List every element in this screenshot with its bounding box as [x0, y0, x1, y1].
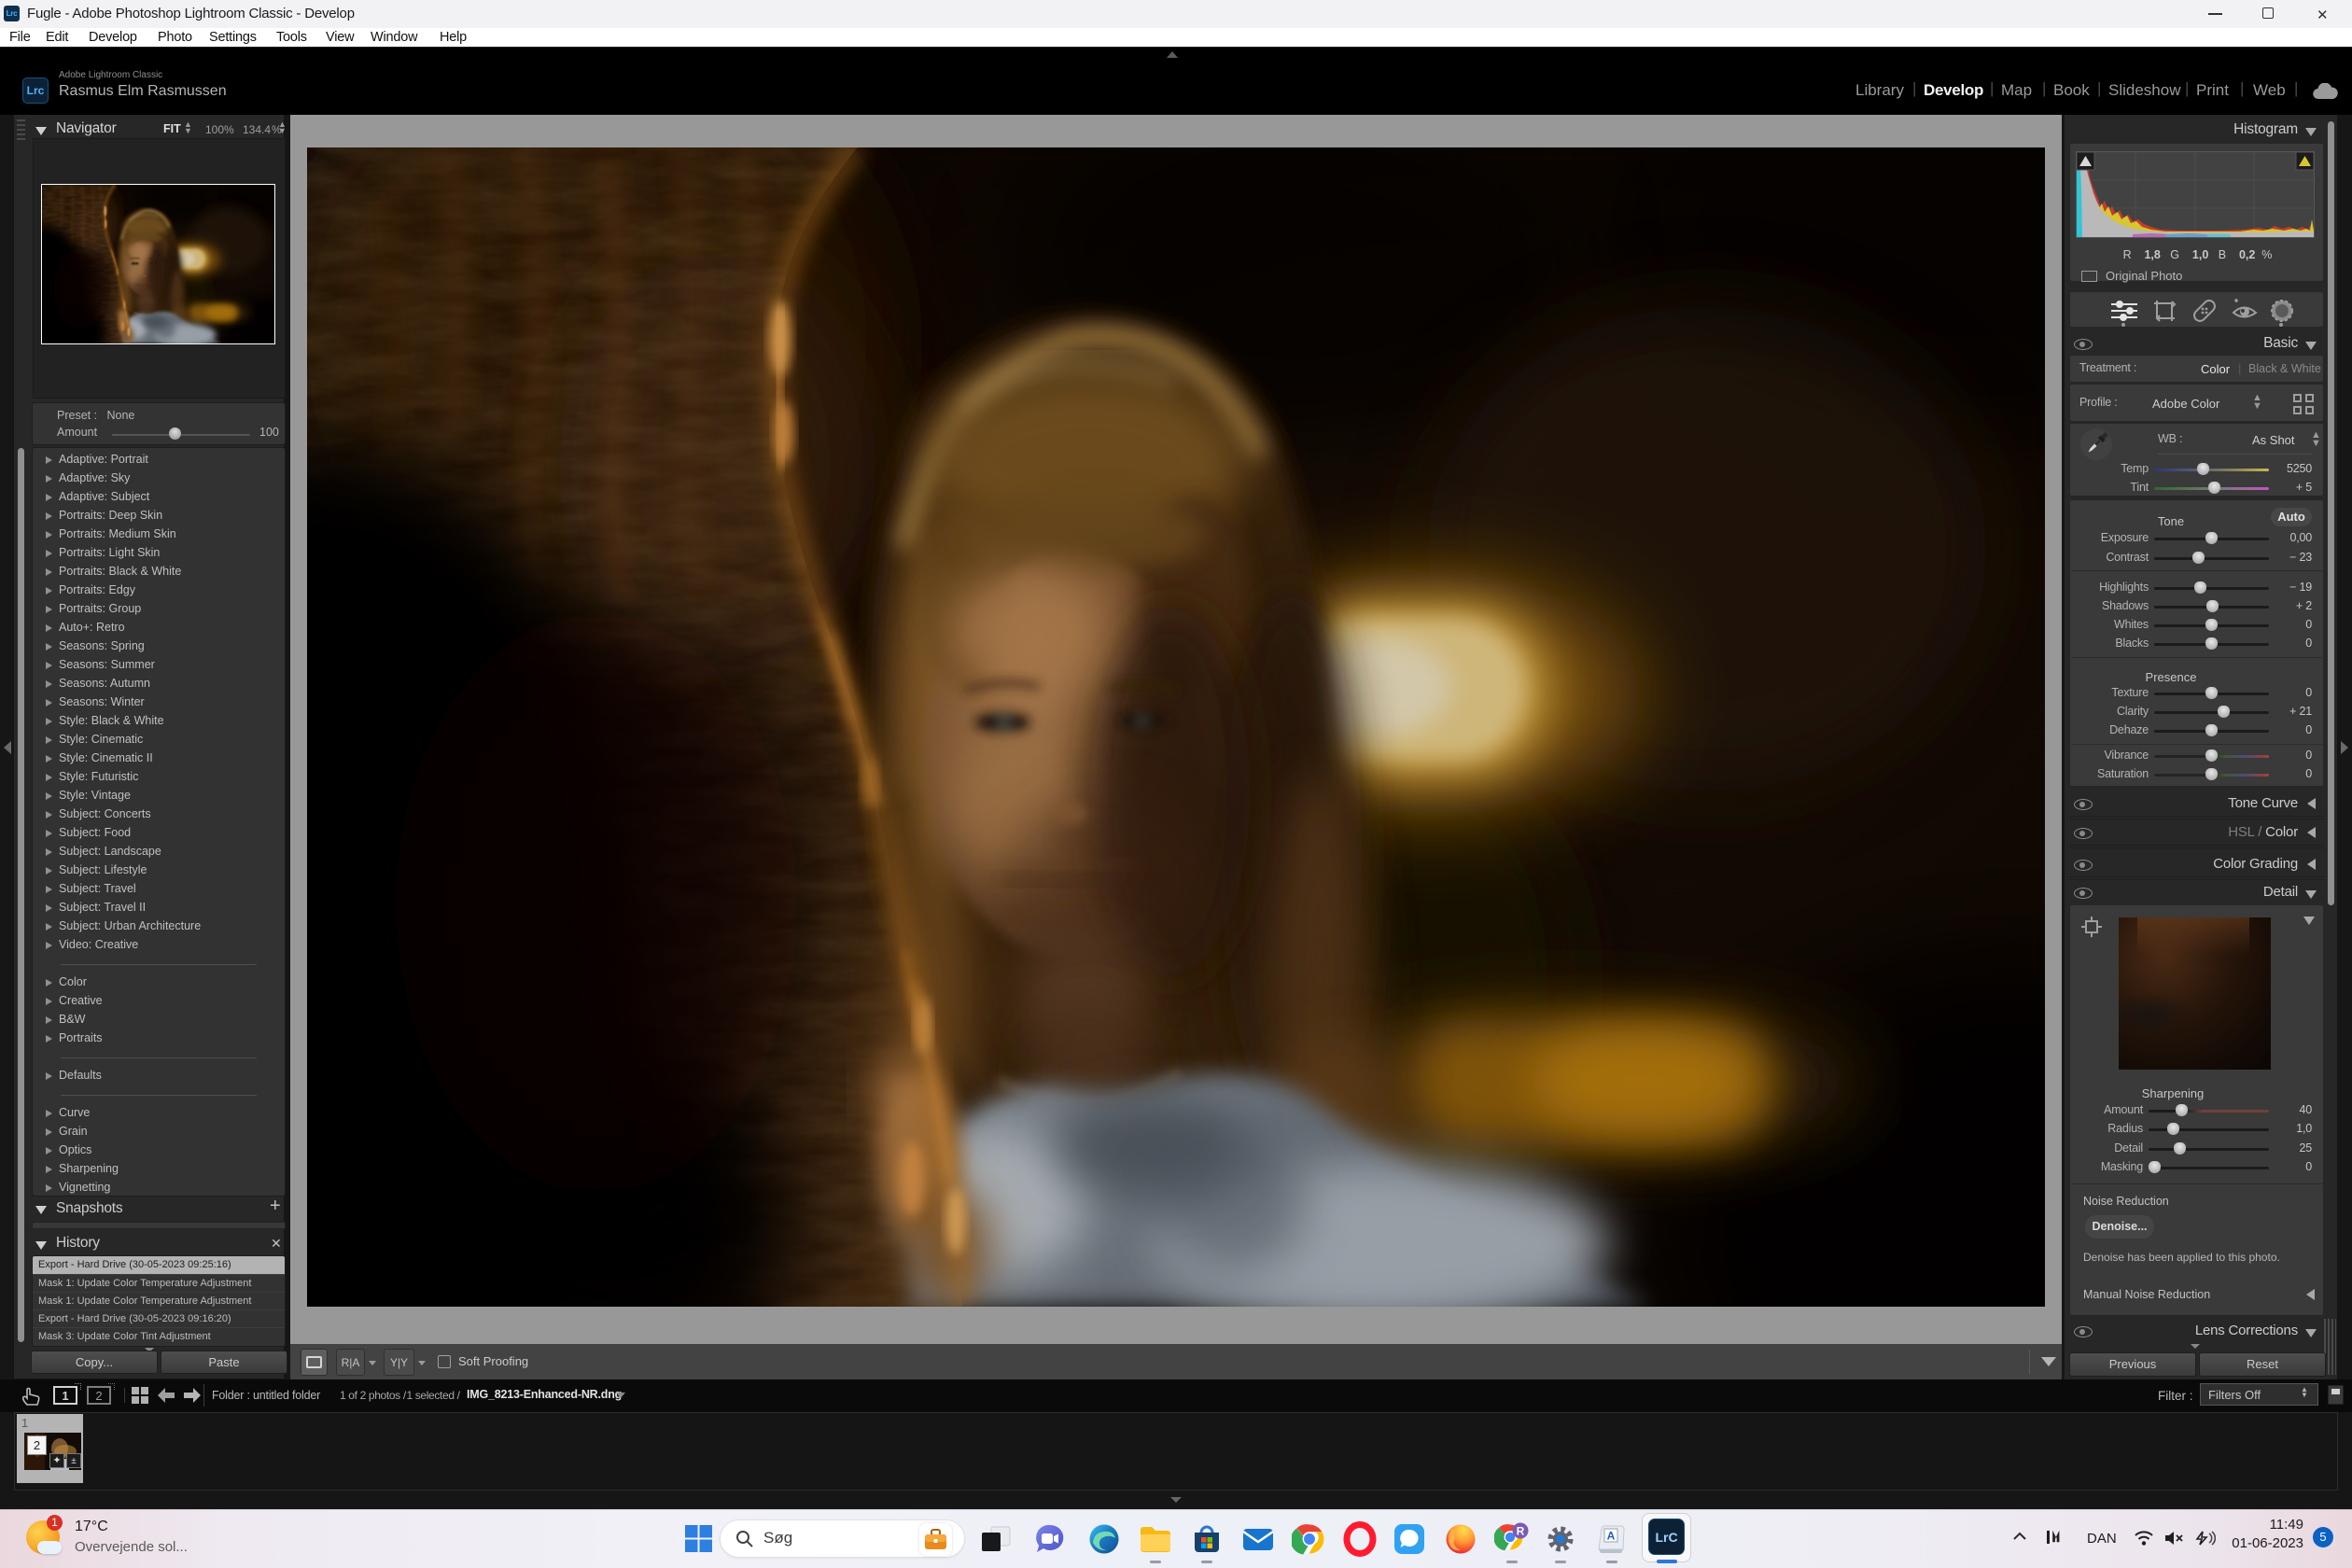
svg-text:R: R — [1517, 1525, 1525, 1538]
svg-text:A: A — [1607, 1530, 1616, 1543]
